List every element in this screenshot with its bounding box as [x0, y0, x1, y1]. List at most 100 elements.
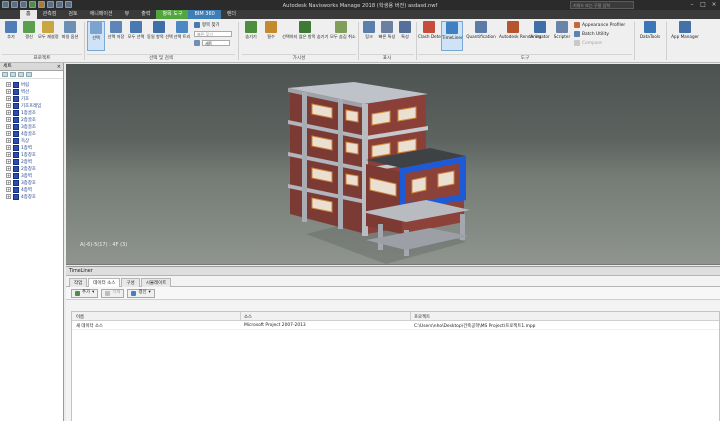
expand-toggle-icon[interactable]: +: [6, 173, 11, 178]
tab-home[interactable]: 홈: [20, 10, 37, 19]
find-items-button[interactable]: 항목 찾기: [194, 22, 220, 28]
save-set-icon[interactable]: [2, 72, 8, 77]
compare-button[interactable]: Compare: [574, 40, 602, 46]
duplicate-icon[interactable]: [18, 72, 24, 77]
delete-icon[interactable]: [26, 72, 32, 77]
expand-toggle-icon[interactable]: +: [6, 110, 11, 115]
add-data-source-button[interactable]: 추가 ▾: [71, 288, 99, 298]
hide-button[interactable]: 숨기기: [242, 21, 260, 51]
file-options-button[interactable]: 파일 옵션: [60, 21, 80, 51]
quick-properties-button[interactable]: 빠른 특성: [378, 21, 396, 51]
tree-item[interactable]: +1층골조: [0, 109, 63, 116]
properties-button[interactable]: 특성: [396, 21, 414, 51]
tab-item-tools[interactable]: 항목 도구: [156, 10, 189, 19]
tree-item[interactable]: + 기초프레임: [0, 102, 63, 109]
tab-viewpoint[interactable]: 관측점: [37, 10, 63, 19]
maximize-icon[interactable]: □: [699, 1, 707, 8]
tree-item[interactable]: +1층창호: [0, 151, 63, 158]
timeliner-button[interactable]: TimeLiner: [441, 21, 463, 51]
tab-animation[interactable]: 애니메이션: [84, 10, 119, 19]
expand-toggle-icon[interactable]: +: [6, 152, 11, 157]
tree-item[interactable]: + 벽선: [0, 88, 63, 95]
tab-output[interactable]: 출력: [135, 10, 156, 19]
expand-toggle-icon[interactable]: +: [6, 138, 11, 143]
tab-data-sources[interactable]: 데이터 소스: [88, 278, 121, 287]
minimize-icon[interactable]: –: [688, 1, 696, 8]
expand-toggle-icon[interactable]: +: [6, 159, 11, 164]
close-icon[interactable]: ×: [57, 63, 61, 71]
selection-set-dropdown[interactable]: 세트: [202, 40, 230, 46]
expand-toggle-icon[interactable]: +: [6, 194, 11, 199]
clash-detective-button[interactable]: Clash Detective: [418, 21, 451, 51]
tab-review[interactable]: 검토: [62, 10, 83, 19]
tree-item[interactable]: + 버림: [0, 81, 63, 88]
tree-item[interactable]: +4층창호: [0, 193, 63, 200]
close-icon[interactable]: ×: [710, 1, 718, 8]
append-button[interactable]: 추가: [2, 21, 20, 51]
column-header-name[interactable]: 이름: [76, 314, 84, 320]
tab-render[interactable]: 렌더: [221, 10, 242, 19]
select-all-button[interactable]: 모두 선택: [127, 21, 145, 51]
tab-simulate[interactable]: 시뮬레이트: [140, 278, 172, 287]
tab-view[interactable]: 뷰: [119, 10, 136, 19]
scripter-button[interactable]: Scripter: [552, 21, 572, 51]
selection-tree-button[interactable]: 선택 트리: [173, 21, 191, 51]
expand-toggle-icon[interactable]: +: [6, 187, 11, 192]
expand-toggle-icon[interactable]: +: [6, 180, 11, 185]
tree-item[interactable]: +4층벽: [0, 186, 63, 193]
hide-unselected-button[interactable]: 선택하지 않은 항목 숨기기: [282, 21, 328, 51]
datatools-button[interactable]: DataTools: [637, 21, 663, 51]
tree-item[interactable]: +3층벽: [0, 172, 63, 179]
tree-item[interactable]: + 옥상: [0, 137, 63, 144]
refresh-button[interactable]: 갱신: [20, 21, 38, 51]
expand-toggle-icon[interactable]: +: [6, 96, 11, 101]
expand-toggle-icon[interactable]: +: [6, 124, 11, 129]
save-selection-icon: [110, 21, 122, 33]
tree-item[interactable]: +1층벽: [0, 144, 63, 151]
tab-tasks[interactable]: 작업: [69, 278, 88, 287]
links-button[interactable]: 링크: [360, 21, 378, 51]
column-header-source[interactable]: 소스: [244, 314, 252, 320]
selection-tree-icon: [176, 21, 188, 33]
table-row[interactable]: 새 데이터 소스 Microsoft Project 2007-2013 C:\…: [72, 321, 719, 330]
tree-item[interactable]: + 기초: [0, 95, 63, 102]
appearance-profiler-button[interactable]: Appearance Profiler: [574, 22, 625, 28]
reset-all-button[interactable]: 모두 재설정: [38, 21, 59, 51]
tree-item[interactable]: +4층골조: [0, 130, 63, 137]
expand-toggle-icon[interactable]: +: [6, 117, 11, 122]
new-folder-icon[interactable]: [10, 72, 16, 77]
delete-data-source-button[interactable]: 삭제: [101, 288, 125, 298]
expand-toggle-icon[interactable]: +: [6, 166, 11, 171]
quick-find-input[interactable]: 빠른 찾기: [194, 31, 232, 37]
expand-toggle-icon[interactable]: +: [6, 131, 11, 136]
expand-toggle-icon[interactable]: +: [6, 103, 11, 108]
require-button[interactable]: 필수: [262, 21, 280, 51]
refresh-data-source-button[interactable]: 갱신 ▾: [127, 288, 155, 298]
tree-item-label: 1층창호: [21, 152, 36, 158]
cell-source: Microsoft Project 2007-2013: [244, 323, 306, 328]
group-separator: [358, 22, 359, 60]
tree-item-label: 1층벽: [21, 145, 32, 151]
tree-item[interactable]: +2층창호: [0, 165, 63, 172]
tree-item[interactable]: +2층골조: [0, 116, 63, 123]
select-button[interactable]: 선택: [87, 21, 105, 51]
animator-button[interactable]: Animator: [529, 21, 551, 51]
select-same-button[interactable]: 동일 항목 선택: [147, 21, 173, 51]
help-search-input[interactable]: 키워드 또는 구절 입력: [570, 1, 634, 9]
autodesk-rendering-button[interactable]: Autodesk Rendering: [499, 21, 541, 51]
tree-item[interactable]: +3층골조: [0, 123, 63, 130]
expand-toggle-icon[interactable]: +: [6, 89, 11, 94]
save-selection-button[interactable]: 선택 저장: [107, 21, 125, 51]
unhide-all-button[interactable]: 모두 숨김 취소: [330, 21, 356, 51]
column-header-project[interactable]: 프로젝트: [414, 314, 430, 320]
expand-toggle-icon[interactable]: +: [6, 82, 11, 87]
tab-configure[interactable]: 구성: [121, 278, 140, 287]
expand-toggle-icon[interactable]: +: [6, 145, 11, 150]
tab-bim360[interactable]: BIM 360: [188, 10, 221, 19]
tree-item[interactable]: +3층창호: [0, 179, 63, 186]
app-manager-button[interactable]: App Manager: [668, 21, 702, 51]
quantification-button[interactable]: Quantification: [465, 21, 497, 51]
scene-view[interactable]: A(-6)-5(17) : 4F (3): [66, 64, 720, 265]
tree-item[interactable]: +2층벽: [0, 158, 63, 165]
batch-utility-button[interactable]: Batch Utility: [574, 31, 609, 37]
